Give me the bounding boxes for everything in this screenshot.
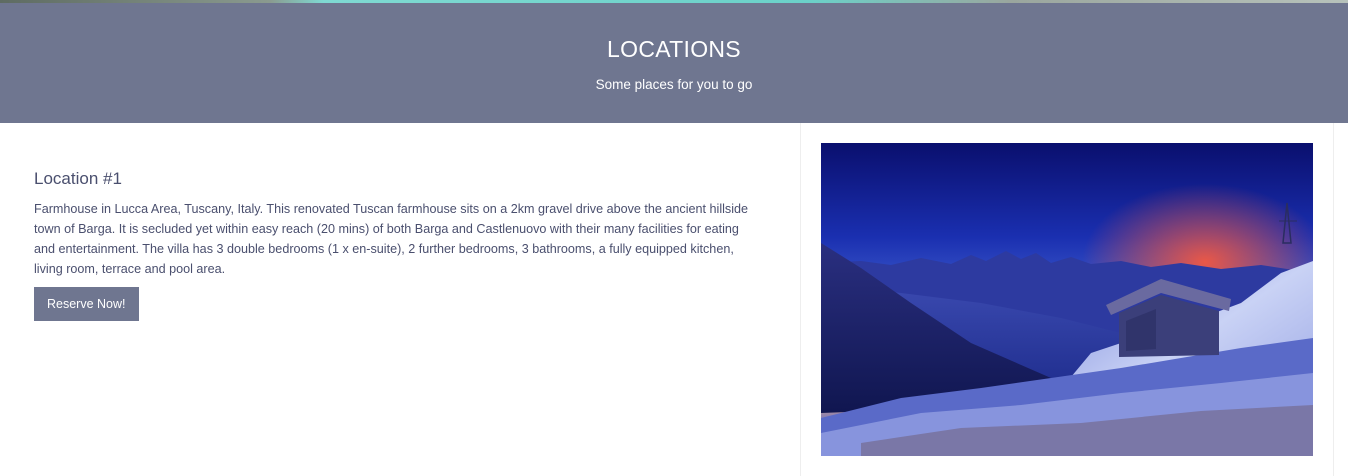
location-description: Farmhouse in Lucca Area, Tuscany, Italy.… xyxy=(34,202,749,276)
location-title: Location #1 xyxy=(34,169,122,188)
mountain-landscape-image xyxy=(821,143,1313,456)
page-title: LOCATIONS xyxy=(607,36,741,62)
location-details: Location #1 Farmhouse in Lucca Area, Tus… xyxy=(34,169,754,321)
page-subtitle: Some places for you to go xyxy=(595,77,753,92)
location-section: Location #1 Farmhouse in Lucca Area, Tus… xyxy=(0,123,1348,476)
location-photo xyxy=(821,143,1313,456)
location-image-card xyxy=(800,123,1334,476)
page-header: LOCATIONS Some places for you to go xyxy=(0,3,1348,123)
reserve-now-button[interactable]: Reserve Now! xyxy=(34,287,139,321)
